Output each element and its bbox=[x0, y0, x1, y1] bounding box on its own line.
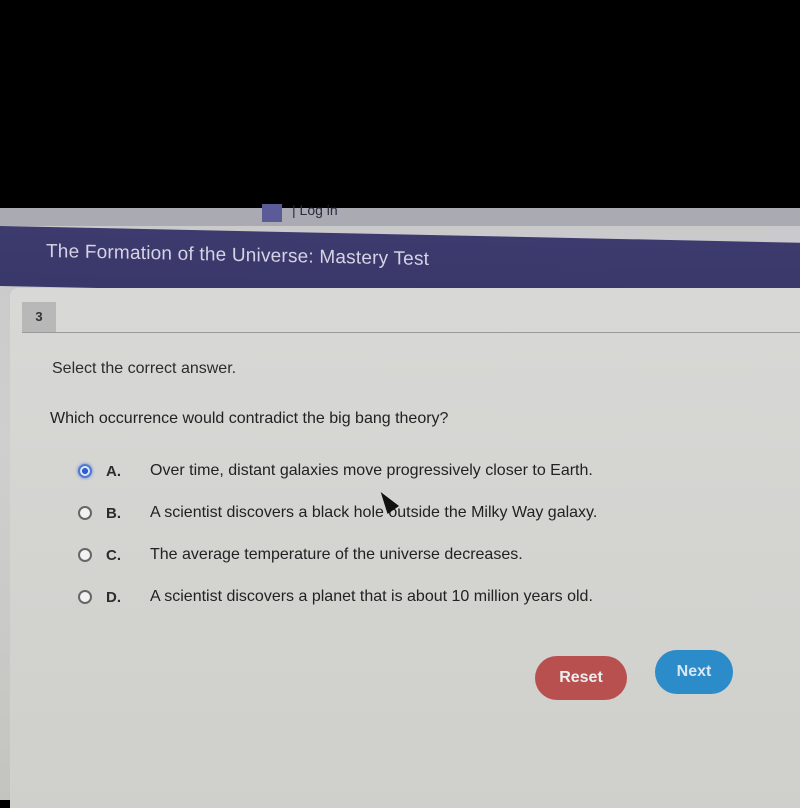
page-title: The Formation of the Universe: Mastery T… bbox=[46, 240, 430, 270]
question-prompt: Which occurrence would contradict the bi… bbox=[50, 410, 449, 427]
question-card: 3 Select the correct answer. Which occur… bbox=[10, 288, 800, 808]
radio-icon[interactable] bbox=[78, 506, 92, 520]
instruction-text: Select the correct answer. bbox=[52, 360, 237, 377]
option-c[interactable]: C. The average temperature of the univer… bbox=[78, 542, 523, 568]
option-letter: B. bbox=[106, 504, 121, 522]
radio-icon[interactable] bbox=[78, 590, 92, 604]
option-b[interactable]: B. A scientist discovers a black hole ou… bbox=[78, 500, 597, 526]
question-number: 3 bbox=[22, 302, 56, 332]
option-letter: A. bbox=[106, 462, 121, 480]
login-link[interactable]: | Log in bbox=[292, 202, 338, 218]
divider bbox=[22, 332, 800, 333]
option-text: A scientist discovers a planet that is a… bbox=[150, 588, 593, 605]
next-button[interactable]: Next bbox=[655, 650, 733, 694]
option-text: A scientist discovers a black hole outsi… bbox=[150, 504, 598, 521]
radio-icon[interactable] bbox=[78, 548, 92, 562]
reset-button[interactable]: Reset bbox=[535, 656, 627, 700]
browser-screen: | Log in The Formation of the Universe: … bbox=[0, 202, 800, 808]
option-text: The average temperature of the universe … bbox=[150, 546, 523, 563]
option-text: Over time, distant galaxies move progres… bbox=[150, 462, 593, 479]
user-icon bbox=[262, 204, 282, 222]
option-letter: C. bbox=[106, 546, 121, 564]
radio-selected-icon[interactable] bbox=[78, 464, 92, 478]
option-a[interactable]: A. Over time, distant galaxies move prog… bbox=[78, 458, 593, 484]
option-letter: D. bbox=[106, 588, 121, 606]
option-d[interactable]: D. A scientist discovers a planet that i… bbox=[78, 584, 593, 610]
top-bar: | Log in bbox=[0, 202, 800, 226]
